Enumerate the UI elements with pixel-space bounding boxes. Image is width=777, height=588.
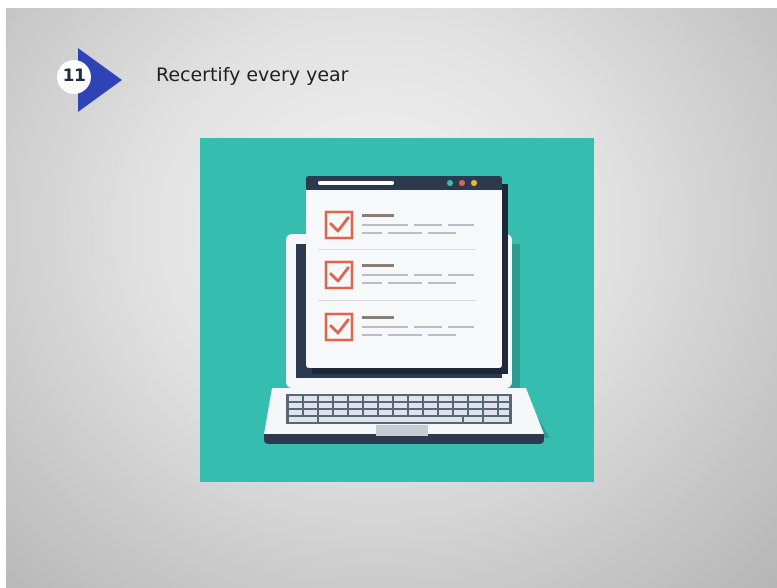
- slide: 11 Recertify every year: [6, 8, 777, 588]
- step-number: 11: [62, 66, 86, 86]
- step-badge: 11: [54, 48, 130, 112]
- laptop-checklist-illustration: [200, 138, 594, 482]
- slide-title: Recertify every year: [156, 64, 349, 86]
- laptop-icon: [264, 176, 550, 444]
